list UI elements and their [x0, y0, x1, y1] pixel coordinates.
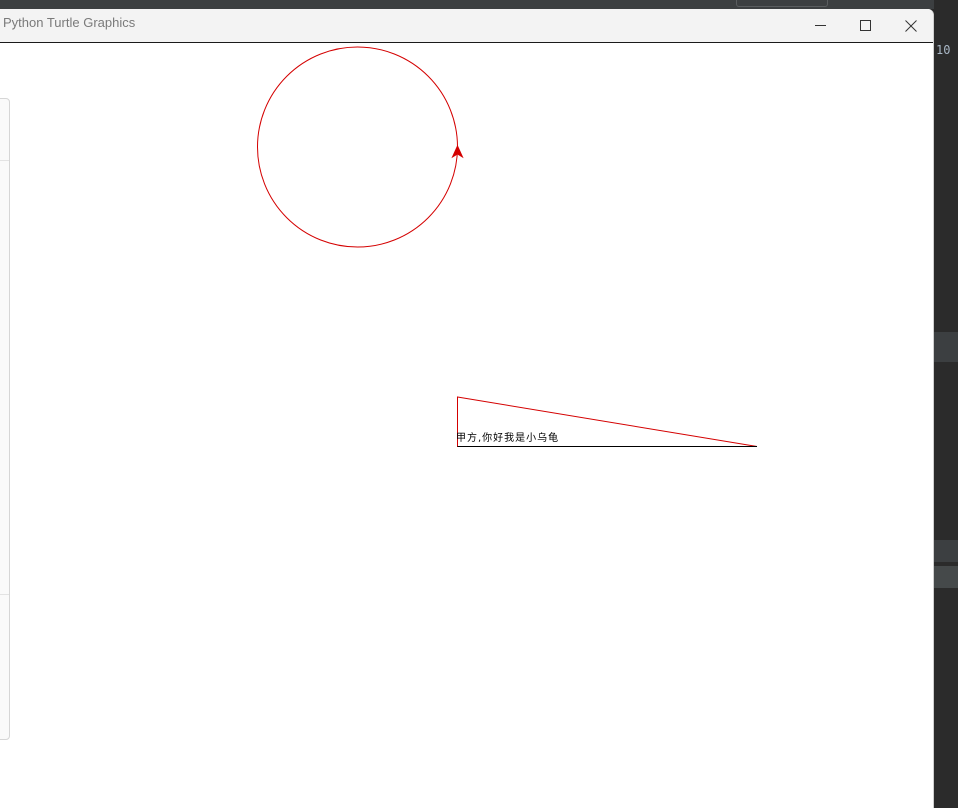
- close-icon: [904, 19, 917, 32]
- minimize-button[interactable]: [798, 9, 843, 42]
- turtle-text-label: 甲方,你好我是小乌龟: [456, 433, 560, 444]
- maximize-button[interactable]: [843, 9, 888, 42]
- turtle-drawing: [257, 46, 758, 447]
- close-button[interactable]: [888, 9, 933, 42]
- background-editor-panel: [934, 0, 958, 808]
- editor-band: [934, 332, 958, 362]
- turtle-graphics-window: Python Turtle Graphics 甲方,你好我是小乌龟: [0, 9, 934, 808]
- drawn-circle: [257, 46, 458, 248]
- turtle-canvas[interactable]: 甲方,你好我是小乌龟: [0, 43, 933, 808]
- background-toolbar-chip: [736, 0, 828, 7]
- minimize-icon: [815, 25, 826, 26]
- editor-line-number: 10: [936, 43, 951, 57]
- editor-band: [934, 566, 958, 588]
- editor-band: [934, 540, 958, 562]
- window-title: Python Turtle Graphics: [3, 15, 136, 30]
- maximize-icon: [860, 20, 871, 31]
- title-bar[interactable]: Python Turtle Graphics: [0, 9, 933, 43]
